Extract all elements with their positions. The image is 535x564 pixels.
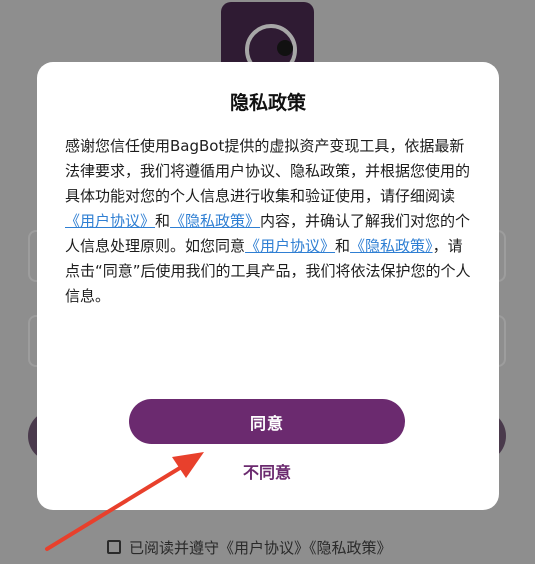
annotation-arrow-icon [45, 452, 204, 551]
